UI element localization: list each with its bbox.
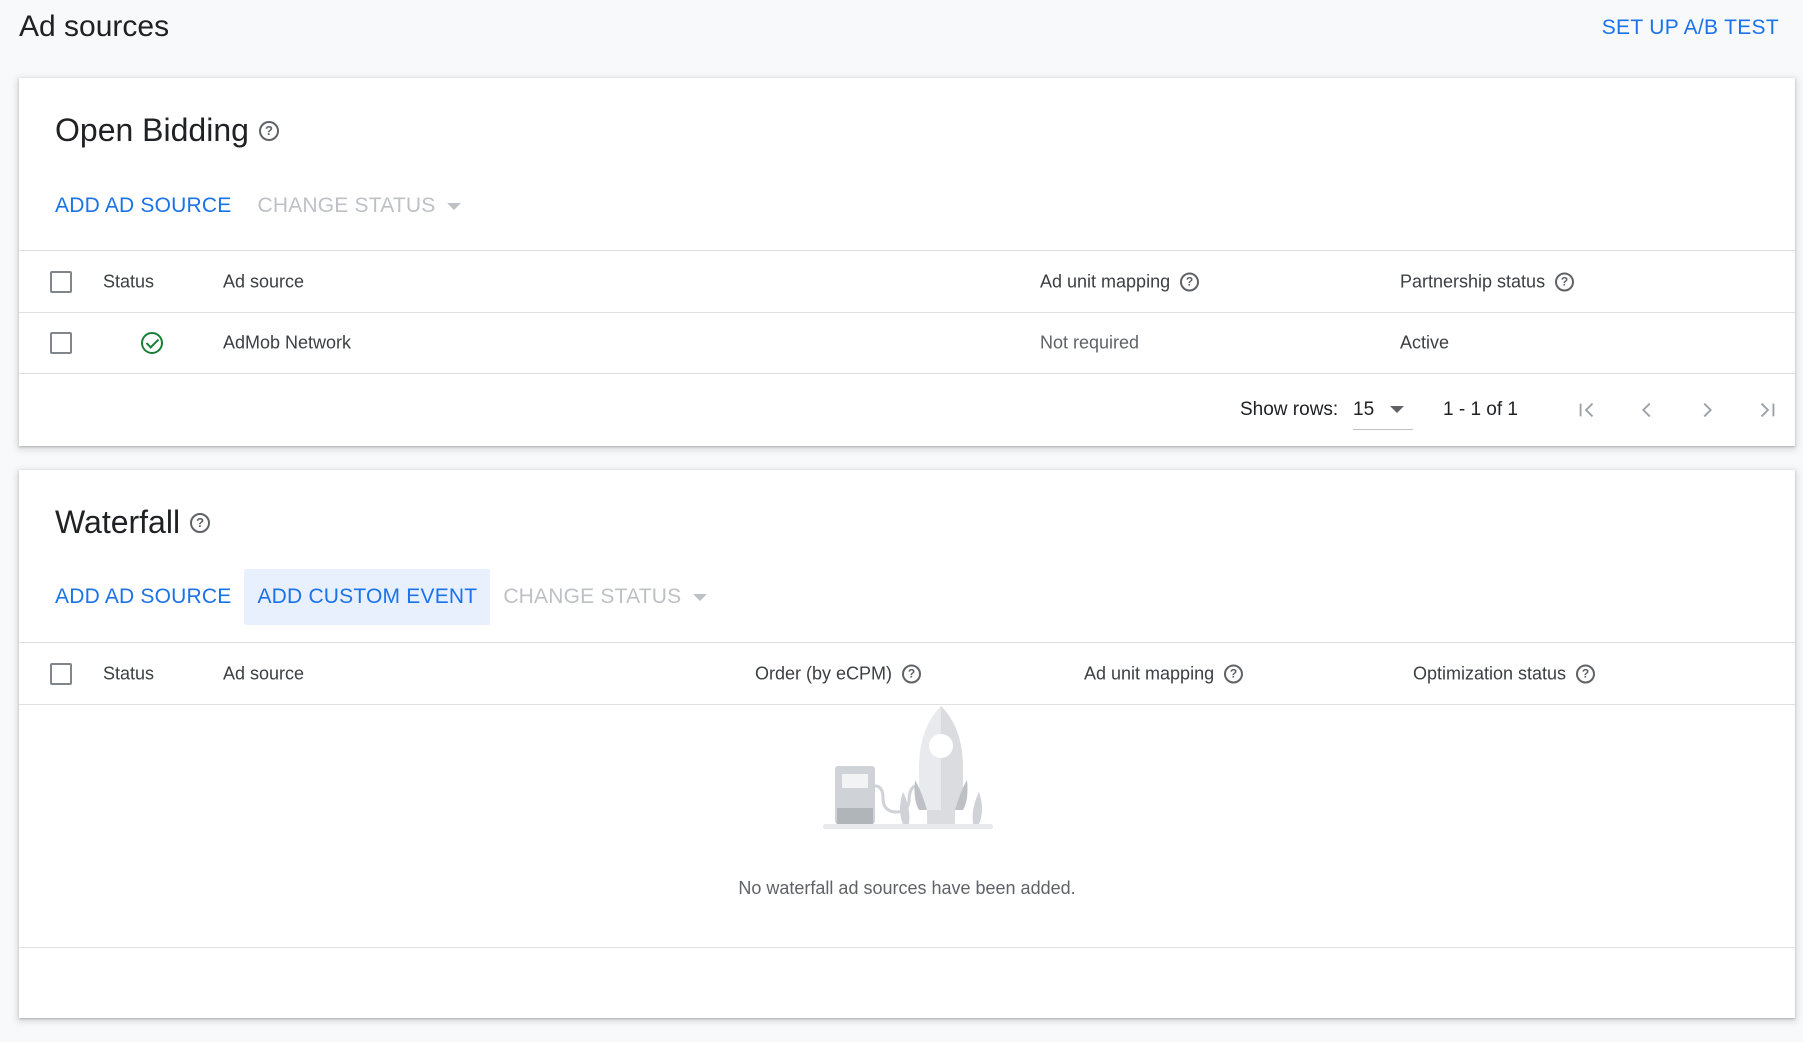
waterfall-title: Waterfall ? — [55, 504, 211, 541]
row-checkbox[interactable] — [50, 332, 72, 354]
add-custom-event-button[interactable]: ADD CUSTOM EVENT — [244, 569, 491, 625]
table-header-row: Status Ad source Ad unit mapping ? Partn… — [19, 250, 1795, 312]
change-status-button[interactable]: CHANGE STATUS — [244, 178, 474, 234]
waterfall-card: Waterfall ? ADD AD SOURCE ADD CUSTOM EVE… — [19, 470, 1795, 1018]
help-icon[interactable]: ? — [1576, 664, 1596, 683]
select-all-checkbox[interactable] — [50, 270, 72, 293]
card-bottom-divider — [19, 947, 1795, 948]
column-header-optimization-status[interactable]: Optimization status ? — [1413, 663, 1596, 684]
change-status-button[interactable]: CHANGE STATUS — [490, 569, 720, 625]
column-header-order[interactable]: Order (by eCPM) ? — [755, 663, 922, 684]
pagination-bar: Show rows: 15 1 - 1 of 1 — [19, 373, 1795, 445]
open-bidding-title: Open Bidding ? — [55, 112, 279, 149]
rows-per-page-value: 15 — [1353, 398, 1375, 420]
select-all-checkbox[interactable] — [50, 662, 72, 685]
rocket-illustration-icon — [823, 706, 993, 829]
page-title: Ad sources — [19, 10, 170, 43]
page-header: Ad sources SET UP A/B TEST — [0, 0, 1803, 70]
help-icon[interactable]: ? — [1180, 272, 1200, 291]
change-status-label: CHANGE STATUS — [257, 194, 436, 217]
chevron-down-icon — [447, 202, 462, 210]
help-icon[interactable]: ? — [190, 512, 211, 533]
column-header-ad-unit-mapping[interactable]: Ad unit mapping ? — [1040, 271, 1200, 292]
setup-ab-test-link[interactable]: SET UP A/B TEST — [1602, 16, 1779, 40]
first-page-icon[interactable] — [1575, 398, 1599, 422]
column-header-status[interactable]: Status — [103, 663, 154, 684]
order-label: Order (by eCPM) — [755, 663, 893, 683]
open-bidding-toolbar: ADD AD SOURCE CHANGE STATUS — [55, 178, 474, 234]
help-icon[interactable]: ? — [1555, 272, 1575, 291]
previous-page-icon[interactable] — [1635, 398, 1659, 422]
column-header-status[interactable]: Status — [103, 271, 154, 292]
ad-unit-mapping-value: Not required — [1040, 332, 1140, 353]
help-icon[interactable]: ? — [902, 664, 922, 683]
ad-source-name[interactable]: AdMob Network — [223, 333, 351, 354]
column-header-ad-unit-mapping[interactable]: Ad unit mapping ? — [1084, 663, 1244, 684]
chevron-down-icon — [1390, 406, 1405, 413]
partnership-status-label: Partnership status — [1400, 271, 1546, 291]
table-body-divider — [19, 704, 1795, 705]
table-header-row: Status Ad source Order (by eCPM) ? Ad un… — [19, 642, 1795, 704]
waterfall-title-text: Waterfall — [55, 504, 181, 540]
pagination-range: 1 - 1 of 1 — [1443, 398, 1518, 420]
help-icon[interactable]: ? — [258, 120, 279, 141]
add-ad-source-button[interactable]: ADD AD SOURCE — [55, 569, 244, 625]
rows-per-page-select[interactable]: 15 — [1353, 390, 1413, 430]
partnership-status-value: Active — [1400, 332, 1450, 353]
ad-unit-mapping-label: Ad unit mapping — [1084, 663, 1215, 683]
column-header-ad-source[interactable]: Ad source — [223, 663, 304, 684]
ad-unit-mapping-label: Ad unit mapping — [1040, 271, 1171, 291]
help-icon[interactable]: ? — [1224, 664, 1244, 683]
next-page-icon[interactable] — [1695, 398, 1719, 422]
open-bidding-title-text: Open Bidding — [55, 112, 249, 148]
last-page-icon[interactable] — [1755, 398, 1779, 422]
optimization-status-label: Optimization status — [1413, 663, 1567, 683]
show-rows-label: Show rows: — [1240, 398, 1339, 420]
table-row[interactable]: AdMob Network Not required Active — [19, 312, 1795, 373]
empty-state-message: No waterfall ad sources have been added. — [738, 878, 1076, 898]
active-check-icon — [141, 332, 163, 354]
change-status-label: CHANGE STATUS — [503, 585, 682, 608]
waterfall-toolbar: ADD AD SOURCE ADD CUSTOM EVENT CHANGE ST… — [55, 569, 720, 625]
add-ad-source-button[interactable]: ADD AD SOURCE — [55, 178, 244, 234]
open-bidding-card: Open Bidding ? ADD AD SOURCE CHANGE STAT… — [19, 78, 1795, 446]
column-header-partnership-status[interactable]: Partnership status ? — [1400, 271, 1575, 292]
chevron-down-icon — [693, 593, 708, 601]
column-header-ad-source[interactable]: Ad source — [223, 271, 304, 292]
